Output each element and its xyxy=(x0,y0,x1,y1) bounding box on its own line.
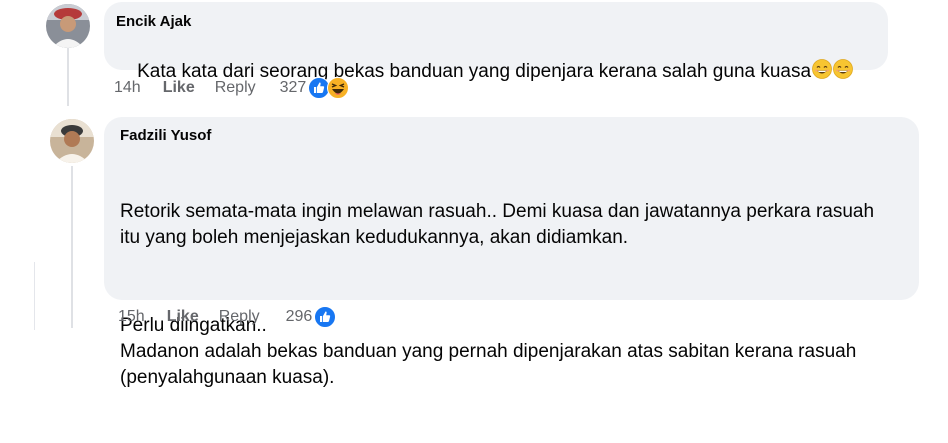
haha-reaction-icon xyxy=(327,77,350,99)
grinning-smiling-eyes-icon xyxy=(812,59,832,87)
thread-line-top xyxy=(67,48,69,106)
like-button[interactable]: Like xyxy=(167,308,199,326)
avatar-encik-ajak[interactable] xyxy=(46,4,90,48)
grinning-smiling-eyes-icon xyxy=(833,59,853,87)
comment-text: Retorik semata-mata ingin melawan rasuah… xyxy=(120,147,903,443)
thread-line-bottom xyxy=(71,166,73,328)
like-reaction-icon xyxy=(314,306,337,328)
reaction-icons[interactable] xyxy=(308,77,350,99)
avatar-fadzili-yusof[interactable] xyxy=(50,119,94,163)
comment-bubble-fadzili-yusof: Fadzili Yusof Retorik semata-mata ingin … xyxy=(104,117,919,388)
comment-timestamp[interactable]: 15h xyxy=(118,308,145,326)
reaction-icons[interactable] xyxy=(314,306,337,328)
comment-bubble-encik-ajak: Encik Ajak Kata kata dari seorang bekas … xyxy=(104,2,888,82)
comment-text: Kata kata dari seorang bekas banduan yan… xyxy=(116,33,876,113)
reaction-count[interactable]: 296 xyxy=(286,308,313,326)
comment-timestamp[interactable]: 14h xyxy=(114,79,141,97)
comment-author[interactable]: Encik Ajak xyxy=(116,12,876,32)
like-button[interactable]: Like xyxy=(163,79,195,97)
comment-author[interactable]: Fadzili Yusof xyxy=(120,126,903,146)
reply-button[interactable]: Reply xyxy=(219,308,260,326)
comment-actions: 15h Like Reply 296 xyxy=(118,305,337,329)
left-edge-divider xyxy=(34,262,35,330)
comment-paragraph: Retorik semata-mata ingin melawan rasuah… xyxy=(120,201,875,248)
comment-actions: 14h Like Reply 327 xyxy=(114,76,350,100)
reply-button[interactable]: Reply xyxy=(215,79,256,97)
reaction-count[interactable]: 327 xyxy=(280,79,307,97)
